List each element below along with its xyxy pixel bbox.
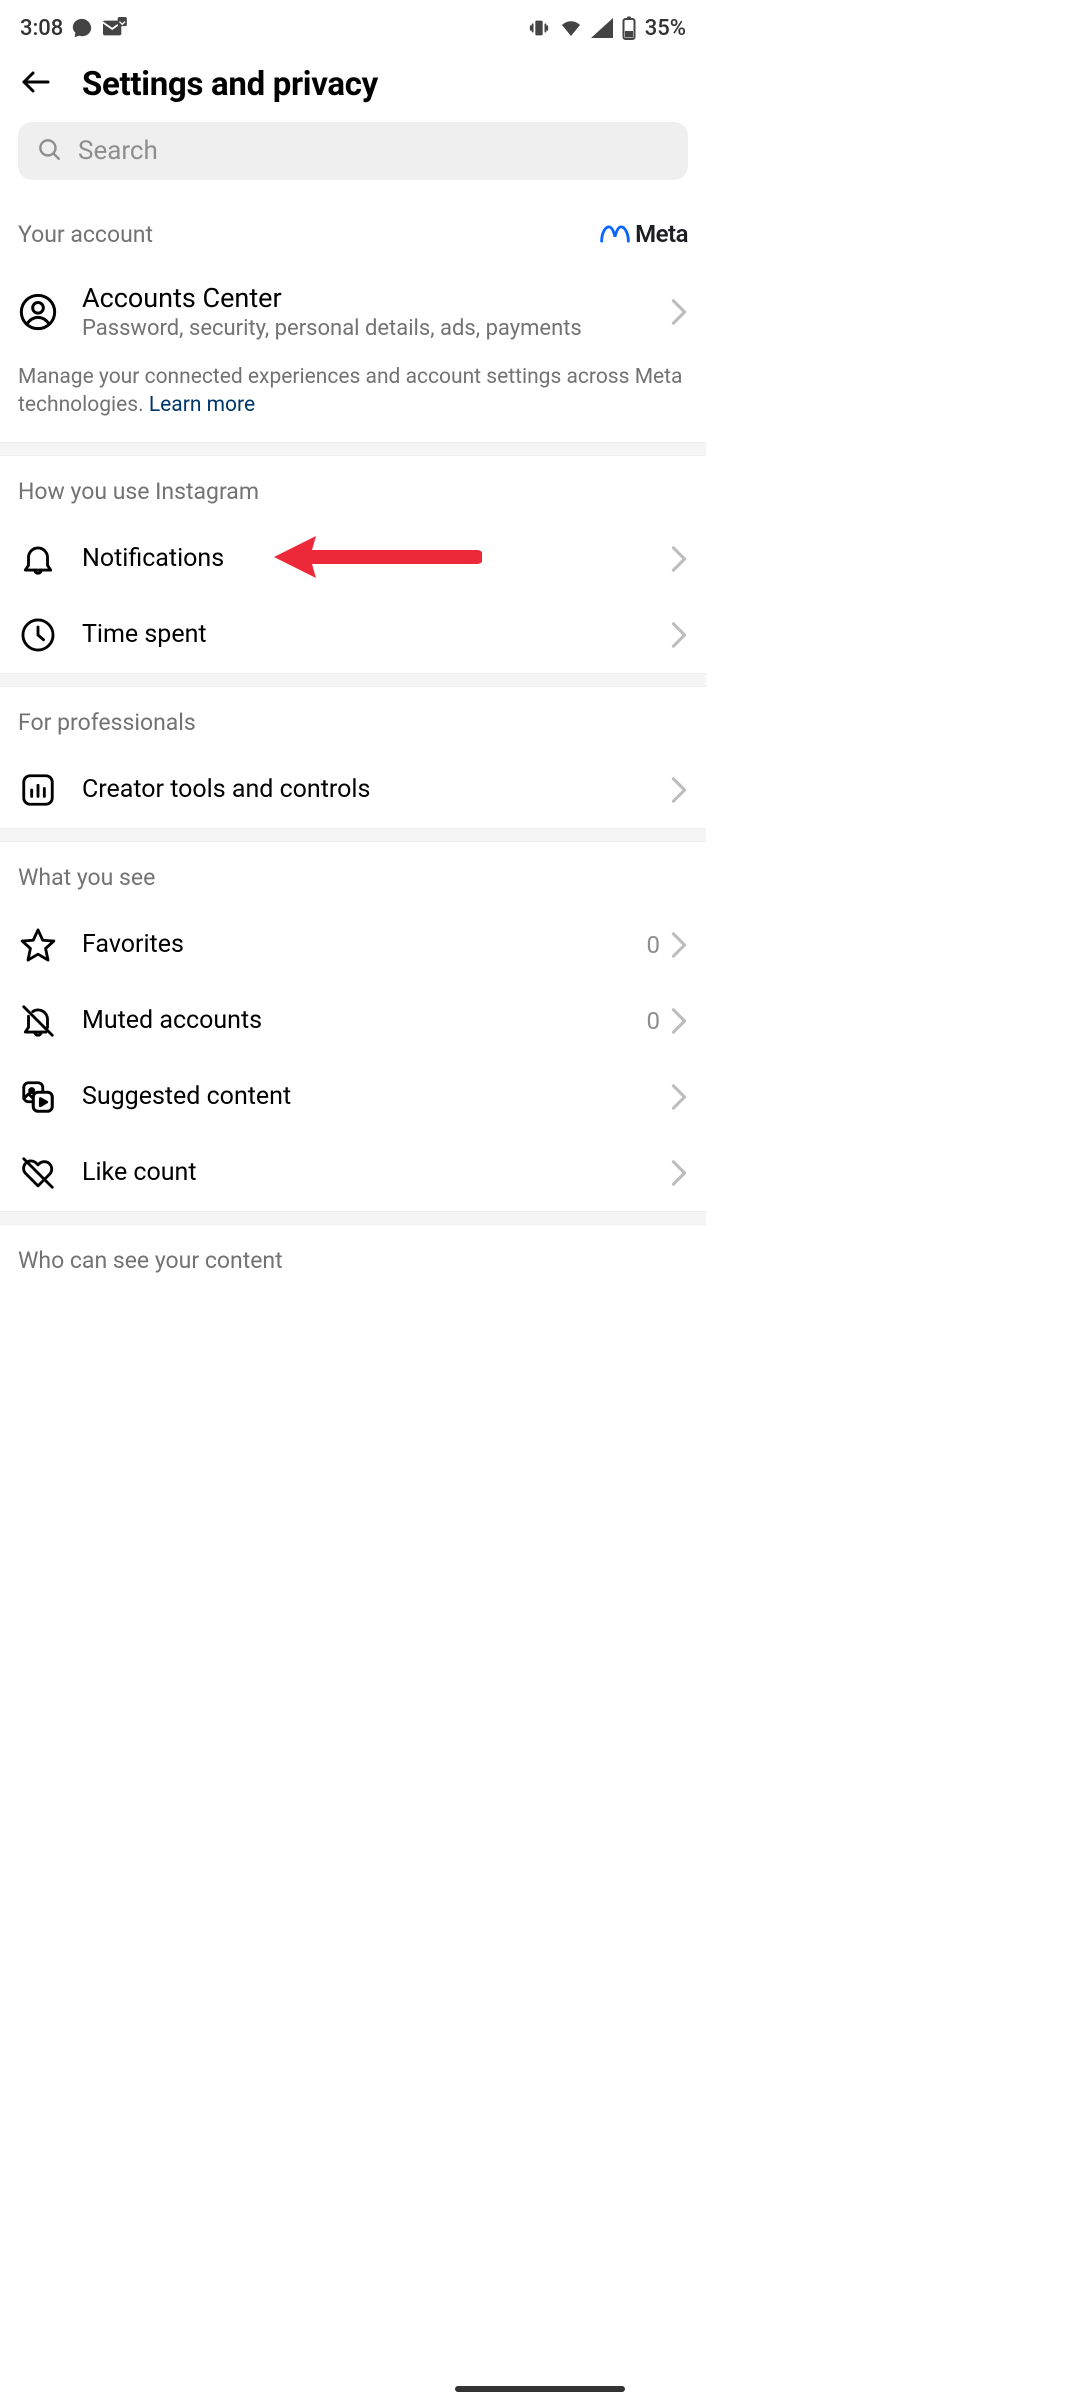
wifi-icon (559, 18, 583, 38)
creator-tools-label: Creator tools and controls (82, 775, 646, 804)
status-right: 35% (527, 16, 686, 41)
star-icon (18, 925, 58, 965)
status-left: 3:08 (20, 16, 127, 41)
vibrate-icon (527, 17, 551, 39)
insights-icon (18, 770, 58, 810)
battery-icon (621, 16, 637, 40)
row-suggested-content[interactable]: Suggested content (0, 1059, 706, 1135)
mail-notification-icon (101, 17, 127, 39)
section-divider (0, 828, 706, 842)
meta-brand-text: Meta (635, 220, 688, 248)
section-title-your-account: Your account (18, 221, 153, 248)
row-favorites[interactable]: Favorites 0 (0, 907, 706, 983)
section-title-who-can-see: Who can see your content (18, 1247, 283, 1274)
chevron-right-icon (670, 298, 688, 326)
row-notifications[interactable]: Notifications (0, 521, 706, 597)
clock-icon (18, 615, 58, 655)
page-title: Settings and privacy (82, 65, 378, 104)
search-input[interactable]: Search (18, 122, 688, 180)
row-accounts-center[interactable]: Accounts Center Password, security, pers… (0, 264, 706, 359)
section-divider (0, 442, 706, 456)
section-title-professionals: For professionals (18, 709, 196, 736)
row-muted-accounts[interactable]: Muted accounts 0 (0, 983, 706, 1059)
row-like-count[interactable]: Like count (0, 1135, 706, 1211)
chevron-right-icon (670, 1083, 688, 1111)
section-what-you-see-header: What you see (0, 842, 706, 907)
chevron-right-icon (670, 545, 688, 573)
section-professionals-header: For professionals (0, 687, 706, 752)
home-indicator (455, 2386, 625, 2392)
chat-notification-icon (71, 17, 93, 39)
accounts-center-description: Manage your connected experiences and ac… (0, 359, 706, 442)
signal-icon (591, 18, 613, 38)
bell-icon (18, 539, 58, 579)
back-button[interactable] (18, 64, 54, 104)
chevron-right-icon (670, 1159, 688, 1187)
time-spent-label: Time spent (82, 620, 646, 649)
status-time: 3:08 (20, 16, 63, 41)
section-how-you-use-header: How you use Instagram (0, 456, 706, 521)
media-icon (18, 1077, 58, 1117)
muted-count: 0 (647, 1007, 661, 1035)
suggested-label: Suggested content (82, 1082, 646, 1111)
favorites-label: Favorites (82, 930, 623, 959)
chevron-right-icon (670, 1007, 688, 1035)
accounts-center-title: Accounts Center (82, 282, 646, 314)
search-placeholder: Search (78, 136, 158, 166)
search-icon (36, 136, 62, 166)
learn-more-link[interactable]: Learn more (149, 393, 255, 417)
chevron-right-icon (670, 931, 688, 959)
section-your-account-header: Your account Meta (0, 198, 706, 264)
heart-off-icon (18, 1153, 58, 1193)
section-who-can-see-header: Who can see your content (0, 1225, 706, 1290)
section-divider (0, 673, 706, 687)
muted-label: Muted accounts (82, 1006, 623, 1035)
like-count-label: Like count (82, 1158, 646, 1187)
bell-off-icon (18, 1001, 58, 1041)
accounts-center-subtitle: Password, security, personal details, ad… (82, 316, 646, 341)
person-circle-icon (18, 292, 58, 332)
section-title-how-you-use: How you use Instagram (18, 478, 259, 505)
section-divider (0, 1211, 706, 1225)
row-time-spent[interactable]: Time spent (0, 597, 706, 673)
chevron-right-icon (670, 621, 688, 649)
battery-percent: 35% (645, 16, 686, 41)
app-header: Settings and privacy (0, 52, 706, 122)
favorites-count: 0 (647, 931, 661, 959)
chevron-right-icon (670, 776, 688, 804)
section-title-what-you-see: What you see (18, 864, 155, 891)
notifications-label: Notifications (82, 544, 646, 573)
row-creator-tools[interactable]: Creator tools and controls (0, 752, 706, 828)
meta-logo: Meta (599, 220, 688, 248)
status-bar: 3:08 35% (0, 0, 706, 52)
